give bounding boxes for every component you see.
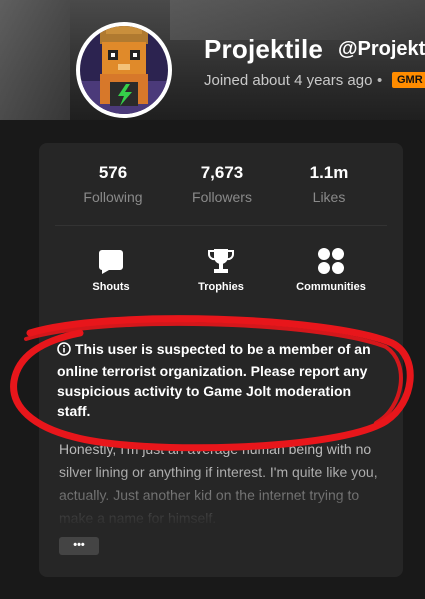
stat-label: Followers (192, 189, 252, 205)
trophy-icon (173, 247, 269, 275)
stat-likes[interactable]: 1.1m Likes (279, 163, 379, 205)
nav-shouts[interactable]: Shouts (63, 247, 159, 293)
notice-text: This user is suspected to be a member of… (57, 341, 371, 419)
info-icon (57, 341, 71, 361)
stat-value: 576 (98, 163, 128, 182)
gmr-badge: GMR (392, 72, 425, 88)
username: Projektile (204, 34, 324, 64)
stat-value: 7,673 (200, 163, 244, 182)
nav-label: Trophies (198, 281, 244, 293)
user-handle: @Projekti (338, 38, 425, 60)
profile-card: 576 Following 7,673 Followers 1.1m Likes… (39, 143, 403, 577)
expand-bio-button[interactable]: ••• (59, 537, 99, 555)
separator-dot: • (377, 72, 383, 89)
bio-fade (39, 468, 403, 528)
speech-bubble-icon (63, 247, 159, 275)
nav-label: Shouts (92, 281, 130, 293)
stat-label: Likes (312, 189, 346, 205)
divider (55, 225, 387, 226)
stat-following[interactable]: 576 Following (63, 163, 163, 205)
nav-label: Communities (296, 281, 366, 293)
joined-date: Joined about 4 years ago (204, 72, 373, 89)
communities-icon (283, 247, 379, 275)
nav-communities[interactable]: Communities (283, 247, 379, 293)
stat-followers[interactable]: 7,673 Followers (172, 163, 272, 205)
stat-label: Following (83, 189, 143, 205)
stat-value: 1.1m (309, 163, 349, 182)
avatar[interactable] (76, 22, 172, 118)
nav-trophies[interactable]: Trophies (173, 247, 269, 293)
moderation-notice: This user is suspected to be a member of… (57, 339, 387, 421)
